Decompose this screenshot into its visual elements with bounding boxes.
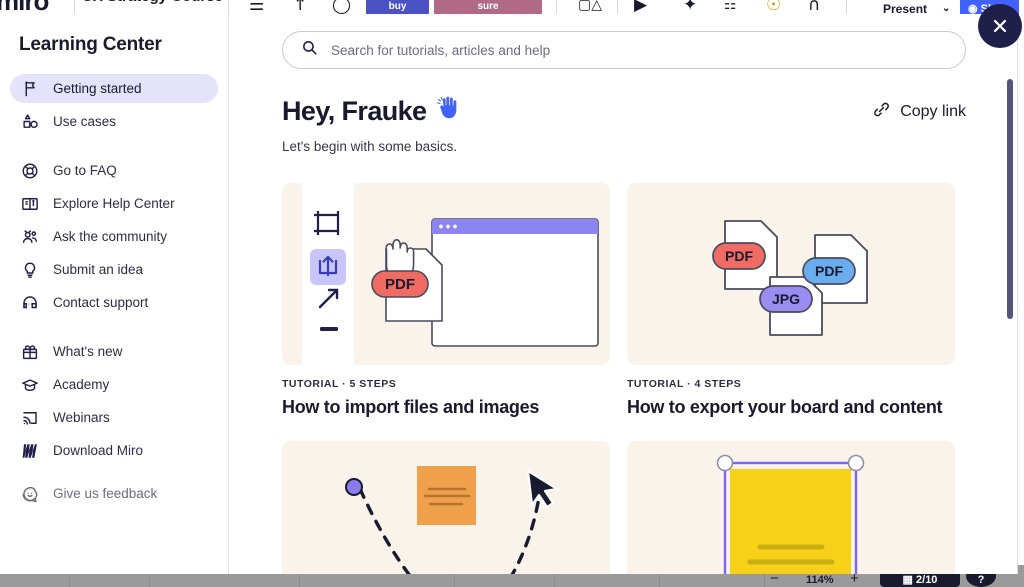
sidebar-divider bbox=[0, 140, 228, 156]
sidebar-item-getting-started[interactable]: Getting started bbox=[10, 74, 218, 103]
sidebar-item-submit-an-idea[interactable]: Submit an idea bbox=[10, 255, 218, 284]
headset-icon bbox=[20, 293, 40, 313]
shapes-icon bbox=[20, 112, 40, 132]
sidebar-item-label: Download Miro bbox=[53, 443, 144, 458]
sidebar-item-label: Give us feedback bbox=[53, 486, 158, 501]
sidebar-item-use-cases[interactable]: Use cases bbox=[10, 107, 218, 136]
sidebar-item-label: Use cases bbox=[53, 114, 117, 129]
lifebuoy-icon bbox=[20, 161, 40, 181]
tutorial-card-resize-sticky[interactable] bbox=[627, 441, 955, 574]
book-info-icon bbox=[20, 194, 40, 214]
app-root: miro UX Strategy Course ☰ ↑ ◯ buy sure ▢… bbox=[0, 0, 1024, 587]
tutorial-card-move-sticky[interactable] bbox=[282, 441, 610, 574]
graduation-cap-icon bbox=[20, 375, 40, 395]
board-title[interactable]: UX Strategy Course bbox=[82, 0, 223, 5]
screencast-icon bbox=[20, 408, 40, 428]
sidebar-item-label: Academy bbox=[53, 377, 110, 392]
card-illustration-move-sticky bbox=[282, 441, 610, 574]
sidebar-item-give-us-feedback[interactable]: Give us feedback bbox=[10, 479, 218, 508]
card-title: How to export your board and content bbox=[627, 397, 943, 417]
sidebar-item-label: Go to FAQ bbox=[53, 163, 117, 178]
sidebar-group-main: Getting started Use cases bbox=[0, 74, 228, 136]
sidebar: Learning Center Getting started Use case… bbox=[0, 14, 229, 574]
frames-counter-label: 2/10 bbox=[916, 574, 938, 586]
card-illustration-export: PDF PDF JPG bbox=[627, 183, 955, 365]
search-icon bbox=[301, 39, 318, 61]
card-illustration-import: PDF bbox=[282, 183, 610, 365]
greeting: Hey, Frauke bbox=[282, 95, 461, 128]
svg-text:JPG: JPG bbox=[772, 291, 800, 307]
sidebar-group-resources: What's new Academy Webinars Download Mir… bbox=[0, 337, 228, 465]
svg-text:PDF: PDF bbox=[815, 263, 843, 279]
greeting-text: Hey, Frauke bbox=[282, 96, 427, 126]
panel-scrollbar[interactable] bbox=[1007, 14, 1013, 574]
sidebar-item-label: What's new bbox=[53, 344, 123, 359]
sidebar-item-webinars[interactable]: Webinars bbox=[10, 403, 218, 432]
sidebar-item-label: Contact support bbox=[53, 295, 149, 310]
sidebar-item-label: Webinars bbox=[53, 410, 110, 425]
search-placeholder: Search for tutorials, articles and help bbox=[331, 42, 551, 58]
sidebar-item-whats-new[interactable]: What's new bbox=[10, 337, 218, 366]
copy-link-button[interactable]: Copy link bbox=[872, 100, 966, 124]
smiley-chat-icon bbox=[20, 484, 40, 504]
tutorial-card-grid: PDF TUTORIAL · 5 STEPS How to import fil… bbox=[282, 183, 966, 574]
sidebar-item-label: Submit an idea bbox=[53, 262, 144, 277]
flag-icon bbox=[20, 79, 40, 99]
panel-edge bbox=[1017, 14, 1018, 574]
people-icon bbox=[20, 227, 40, 247]
close-icon[interactable] bbox=[978, 4, 1022, 48]
panel-title: Learning Center bbox=[19, 34, 162, 55]
wave-hand-icon bbox=[435, 95, 461, 128]
sidebar-divider bbox=[0, 469, 228, 479]
copy-link-label: Copy link bbox=[900, 102, 966, 120]
card-kicker: TUTORIAL · 4 STEPS bbox=[627, 378, 742, 390]
subtitle: Let's begin with some basics. bbox=[282, 139, 458, 154]
sidebar-item-label: Getting started bbox=[53, 81, 142, 96]
sidebar-group-feedback: Give us feedback bbox=[0, 479, 228, 508]
miro-logo-icon bbox=[20, 441, 40, 461]
lightbulb-icon bbox=[20, 260, 40, 280]
sidebar-item-download-miro[interactable]: Download Miro bbox=[10, 436, 218, 465]
learning-center-panel: Learning Center Getting started Use case… bbox=[0, 4, 1022, 574]
sidebar-item-contact-support[interactable]: Contact support bbox=[10, 288, 218, 317]
tutorial-card-export-board[interactable]: PDF PDF JPG TUTORIAL · 4 STEPS How to ex… bbox=[627, 183, 955, 418]
card-kicker: TUTORIAL · 5 STEPS bbox=[282, 378, 397, 390]
search-input[interactable]: Search for tutorials, articles and help bbox=[282, 31, 966, 69]
sidebar-item-explore-help-center[interactable]: Explore Help Center bbox=[10, 189, 218, 218]
sidebar-divider bbox=[0, 321, 228, 337]
sidebar-item-label: Explore Help Center bbox=[53, 196, 175, 211]
greeting-row: Hey, Frauke Copy link bbox=[282, 95, 966, 128]
scrollbar-thumb[interactable] bbox=[1007, 79, 1013, 319]
link-icon bbox=[872, 100, 891, 124]
sidebar-item-go-to-faq[interactable]: Go to FAQ bbox=[10, 156, 218, 185]
content-area: Search for tutorials, articles and help … bbox=[229, 14, 1018, 574]
sidebar-item-ask-the-community[interactable]: Ask the community bbox=[10, 222, 218, 251]
sidebar-group-help: Go to FAQ Explore Help Center Ask the co… bbox=[0, 156, 228, 317]
sidebar-item-academy[interactable]: Academy bbox=[10, 370, 218, 399]
frames-icon: ▦ bbox=[902, 574, 913, 586]
sidebar-item-label: Ask the community bbox=[53, 229, 168, 244]
card-illustration-resize-sticky bbox=[627, 441, 955, 574]
svg-text:PDF: PDF bbox=[725, 248, 753, 264]
card-title: How to import files and images bbox=[282, 397, 540, 417]
tutorial-card-import-files[interactable]: PDF TUTORIAL · 5 STEPS How to import fil… bbox=[282, 183, 610, 418]
svg-text:PDF: PDF bbox=[385, 276, 415, 293]
gift-icon bbox=[20, 342, 40, 362]
